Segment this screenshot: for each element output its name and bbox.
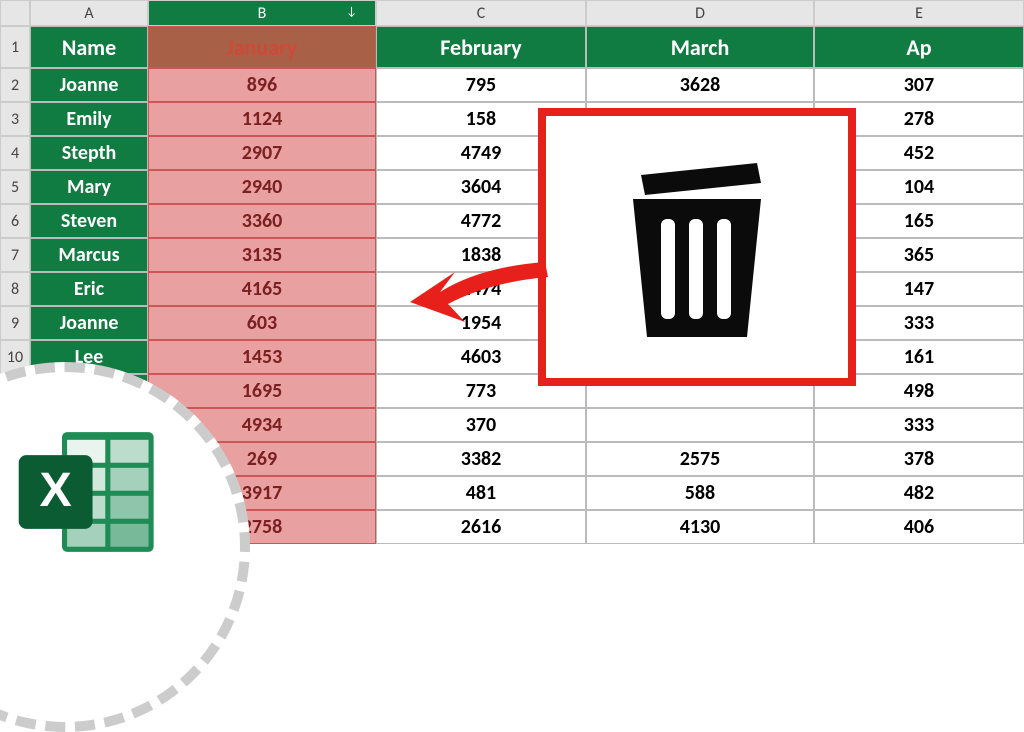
col-header-C[interactable]: C <box>376 0 586 26</box>
header-cell-C[interactable]: February <box>376 26 586 68</box>
cell-B5[interactable]: 2940 <box>148 170 376 204</box>
row-header-3[interactable]: 3 <box>0 102 30 136</box>
cell-B8[interactable]: 4165 <box>148 272 376 306</box>
cell-B10[interactable]: 1453 <box>148 340 376 374</box>
cell-B9[interactable]: 603 <box>148 306 376 340</box>
col-header-E[interactable]: E <box>814 0 1024 26</box>
select-all-corner[interactable] <box>0 0 30 26</box>
cell-E2[interactable]: 307 <box>814 68 1024 102</box>
row-header-4[interactable]: 4 <box>0 136 30 170</box>
row-header-6[interactable]: 6 <box>0 204 30 238</box>
row-header-8[interactable]: 8 <box>0 272 30 306</box>
excel-logo-icon: X <box>10 422 170 562</box>
col-header-D[interactable]: D <box>586 0 814 26</box>
cell-D15[interactable]: 4130 <box>586 510 814 544</box>
cell-C13[interactable]: 3382 <box>376 442 586 476</box>
cell-A6[interactable]: Steven <box>30 204 148 238</box>
cell-A3[interactable]: Emily <box>30 102 148 136</box>
header-cell-B[interactable]: January <box>148 26 376 68</box>
col-header-A[interactable]: A <box>30 0 148 26</box>
cell-E13[interactable]: 378 <box>814 442 1024 476</box>
cell-A2[interactable]: Joanne <box>30 68 148 102</box>
trash-callout <box>538 108 856 386</box>
row-header-7[interactable]: 7 <box>0 238 30 272</box>
cell-A8[interactable]: Eric <box>30 272 148 306</box>
cell-E14[interactable]: 482 <box>814 476 1024 510</box>
trash-icon <box>597 132 797 362</box>
left-arrow-icon <box>400 242 550 332</box>
cell-A5[interactable]: Mary <box>30 170 148 204</box>
header-cell-A[interactable]: Name <box>30 26 148 68</box>
sort-indicator-icon: ↓ <box>346 5 357 19</box>
cell-B3[interactable]: 1124 <box>148 102 376 136</box>
cell-C14[interactable]: 481 <box>376 476 586 510</box>
row-header-1[interactable]: 1 <box>0 26 30 68</box>
svg-text:X: X <box>40 463 72 517</box>
cell-A9[interactable]: Joanne <box>30 306 148 340</box>
header-cell-E[interactable]: Ap <box>814 26 1024 68</box>
cell-E12[interactable]: 333 <box>814 408 1024 442</box>
cell-B4[interactable]: 2907 <box>148 136 376 170</box>
cell-C12[interactable]: 370 <box>376 408 586 442</box>
row-header-2[interactable]: 2 <box>0 68 30 102</box>
cell-C2[interactable]: 795 <box>376 68 586 102</box>
cell-D14[interactable]: 588 <box>586 476 814 510</box>
row-header-5[interactable]: 5 <box>0 170 30 204</box>
cell-E15[interactable]: 406 <box>814 510 1024 544</box>
cell-A4[interactable]: Stepth <box>30 136 148 170</box>
cell-D12[interactable] <box>586 408 814 442</box>
header-cell-D[interactable]: March <box>586 26 814 68</box>
cell-B7[interactable]: 3135 <box>148 238 376 272</box>
cell-D2[interactable]: 3628 <box>586 68 814 102</box>
cell-C15[interactable]: 2616 <box>376 510 586 544</box>
col-header-B[interactable]: B↓ <box>148 0 376 26</box>
cell-B6[interactable]: 3360 <box>148 204 376 238</box>
row-header-9[interactable]: 9 <box>0 306 30 340</box>
cell-A7[interactable]: Marcus <box>30 238 148 272</box>
cell-D13[interactable]: 2575 <box>586 442 814 476</box>
cell-B2[interactable]: 896 <box>148 68 376 102</box>
